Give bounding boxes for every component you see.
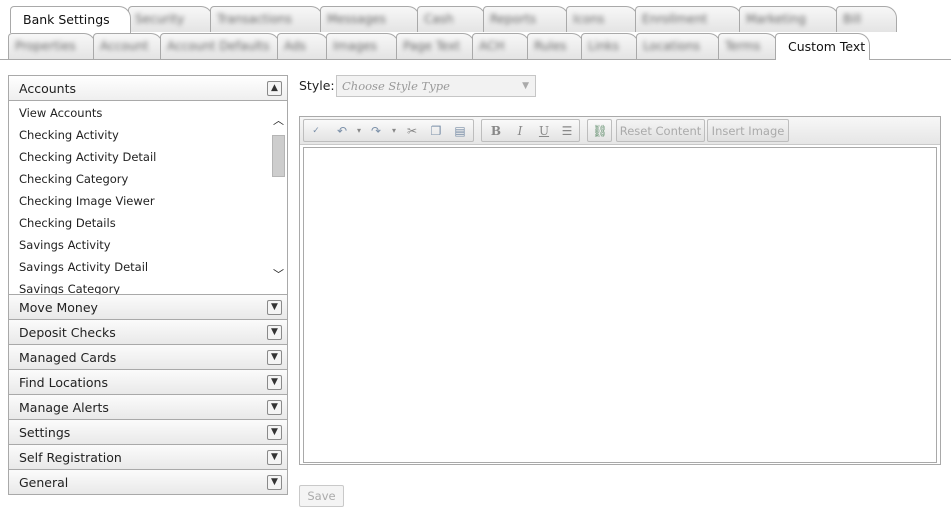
accounts-list-panel: View Accounts Checking Activity Checking… <box>8 101 288 295</box>
expand-icon[interactable]: ▼ <box>267 450 282 465</box>
accordion-header-self-registration[interactable]: Self Registration ▼ <box>8 444 288 470</box>
tab-bank-settings[interactable]: Bank Settings <box>10 6 131 33</box>
style-type-select[interactable]: Choose Style Type ▼ <box>336 75 536 97</box>
list-item[interactable]: Checking Activity Detail <box>19 147 156 169</box>
list-item[interactable]: Checking Image Viewer <box>19 191 156 213</box>
tab-ach[interactable]: ACH <box>472 33 530 59</box>
tab-icons[interactable]: Icons <box>566 6 638 32</box>
chevron-down-icon: ▼ <box>522 81 529 91</box>
toolbar-group-format: B I U ☰ <box>481 119 580 142</box>
list-item[interactable]: Checking Category <box>19 169 156 191</box>
expand-icon[interactable]: ▼ <box>267 400 282 415</box>
tab-links[interactable]: Links <box>581 33 639 59</box>
tab-marketing[interactable]: Marketing <box>739 6 839 32</box>
list-item[interactable]: Savings Category <box>19 279 156 294</box>
list-item[interactable]: View Accounts <box>19 103 156 125</box>
insert-image-button[interactable]: Insert Image <box>707 119 789 142</box>
expand-icon[interactable]: ▼ <box>267 475 282 490</box>
tab-security[interactable]: Security <box>128 6 213 32</box>
accordion-header-move-money[interactable]: Move Money ▼ <box>8 294 288 320</box>
tab-rules[interactable]: Rules <box>527 33 584 59</box>
tab-terms[interactable]: Terms <box>718 33 778 59</box>
toolbar-group-edit: ✓ ↶ ▾ ↷ ▾ ✂ ❐ ▤ <box>303 119 474 142</box>
collapse-icon[interactable]: ▲ <box>267 81 282 96</box>
list-item[interactable]: Savings Activity Detail <box>19 257 156 279</box>
tab-account[interactable]: Account <box>93 33 163 59</box>
tab-images[interactable]: Images <box>326 33 399 59</box>
tab-enrollment[interactable]: Enrollment <box>635 6 742 32</box>
accounts-list: View Accounts Checking Activity Checking… <box>19 103 156 294</box>
menu-accordion: Accounts ▲ View Accounts Checking Activi… <box>8 75 288 495</box>
accordion-header-manage-alerts[interactable]: Manage Alerts ▼ <box>8 394 288 420</box>
italic-icon[interactable]: I <box>510 122 530 140</box>
tab-reports[interactable]: Reports <box>483 6 569 32</box>
spellcheck-icon[interactable]: ✓ <box>306 122 326 140</box>
editor-content-area[interactable] <box>303 147 937 463</box>
cut-icon[interactable]: ✂ <box>402 122 422 140</box>
tab-bill[interactable]: Bill <box>836 6 897 32</box>
tab-ads[interactable]: Ads <box>277 33 329 59</box>
reset-content-button[interactable]: Reset Content <box>616 119 705 142</box>
rich-text-editor: ✓ ↶ ▾ ↷ ▾ ✂ ❐ ▤ B I U ☰ ⛓ Reset Content … <box>299 116 941 465</box>
accordion-header-general[interactable]: General ▼ <box>8 469 288 495</box>
accordion-header-accounts[interactable]: Accounts ▲ <box>8 75 288 101</box>
tab-account-defaults[interactable]: Account Defaults <box>160 33 280 59</box>
list-scrollbar[interactable]: ︿ ﹀ <box>270 101 287 294</box>
accordion-header-deposit-checks[interactable]: Deposit Checks ▼ <box>8 319 288 345</box>
expand-icon[interactable]: ▼ <box>267 325 282 340</box>
tab-custom-text[interactable]: Custom Text <box>775 33 870 60</box>
tab-row-1: Bank Settings Security Transactions Mess… <box>0 6 951 33</box>
editor-toolbar: ✓ ↶ ▾ ↷ ▾ ✂ ❐ ▤ B I U ☰ ⛓ Reset Content … <box>300 117 940 145</box>
list-item[interactable]: Checking Activity <box>19 125 156 147</box>
expand-icon[interactable]: ▼ <box>267 350 282 365</box>
scroll-down-arrow-icon[interactable]: ﹀ <box>270 267 287 283</box>
tab-page-text[interactable]: Page Text <box>396 33 475 59</box>
tab-transactions[interactable]: Transactions <box>210 6 323 32</box>
tab-locations[interactable]: Locations <box>636 33 721 59</box>
underline-icon[interactable]: U <box>534 122 554 140</box>
accordion-header-settings[interactable]: Settings ▼ <box>8 419 288 445</box>
expand-icon[interactable]: ▼ <box>267 300 282 315</box>
save-button[interactable]: Save <box>299 485 344 507</box>
expand-icon[interactable]: ▼ <box>267 425 282 440</box>
paste-icon[interactable]: ▤ <box>450 122 470 140</box>
scroll-thumb[interactable] <box>272 135 285 177</box>
tab-properties[interactable]: Properties <box>8 33 96 59</box>
toolbar-group-link: ⛓ <box>587 119 612 142</box>
redo-icon[interactable]: ↷ <box>366 122 386 140</box>
style-label: Style: <box>299 78 335 93</box>
list-item[interactable]: Savings Activity <box>19 235 156 257</box>
copy-icon[interactable]: ❐ <box>426 122 446 140</box>
bold-icon[interactable]: B <box>486 122 506 140</box>
expand-icon[interactable]: ▼ <box>267 375 282 390</box>
hyperlink-icon[interactable]: ⛓ <box>590 122 610 140</box>
accordion-header-managed-cards[interactable]: Managed Cards ▼ <box>8 344 288 370</box>
tab-messages[interactable]: Messages <box>320 6 420 32</box>
scroll-up-arrow-icon[interactable]: ︿ <box>270 113 287 129</box>
accordion-header-find-locations[interactable]: Find Locations ▼ <box>8 369 288 395</box>
accordion-title: Accounts <box>19 81 76 96</box>
list-item[interactable]: Checking Details <box>19 213 156 235</box>
redo-dropdown-icon[interactable]: ▾ <box>384 122 404 140</box>
bullet-list-icon[interactable]: ☰ <box>557 122 577 140</box>
style-select-placeholder: Choose Style Type <box>342 79 450 93</box>
tab-cash[interactable]: Cash <box>417 6 486 32</box>
tab-row-2: Properties Account Account Defaults Ads … <box>0 33 951 60</box>
